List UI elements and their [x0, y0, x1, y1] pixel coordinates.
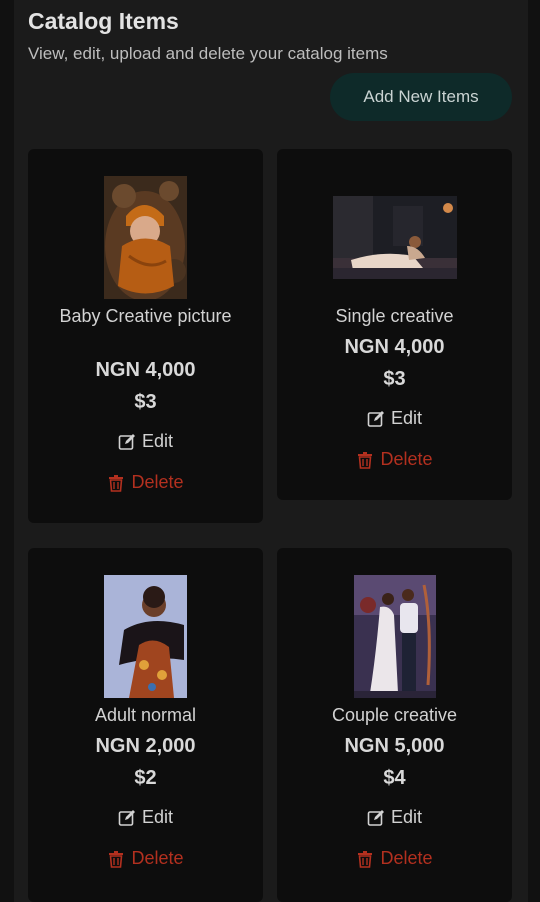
delete-button[interactable]: Delete [28, 472, 263, 493]
item-name: Couple creative [331, 705, 458, 725]
item-thumbnail [104, 176, 187, 299]
trash-icon [107, 474, 125, 492]
catalog-card: Baby Creative picture NGN 4,000 $3 Edit … [28, 149, 263, 523]
trash-icon [107, 850, 125, 868]
edit-button[interactable]: Edit [28, 431, 263, 452]
item-price-usd: $3 [383, 368, 406, 390]
item-price-ngn: NGN 5,000 [344, 735, 445, 757]
add-new-items-button[interactable]: Add New Items [330, 73, 512, 121]
item-thumbnail [104, 575, 187, 698]
edit-button[interactable]: Edit [277, 408, 512, 429]
item-price-ngn: NGN 2,000 [95, 735, 196, 757]
delete-label: Delete [131, 472, 184, 492]
item-thumbnail [354, 575, 436, 698]
catalog-card: Single creative NGN 4,000 $3 Edit Delete [277, 149, 512, 500]
delete-label: Delete [131, 848, 184, 868]
item-name: Baby Creative picture [59, 306, 232, 326]
catalog-card: Adult normal NGN 2,000 $2 Edit Delete [28, 548, 263, 902]
trash-icon [356, 850, 374, 868]
item-name: Adult normal [94, 705, 197, 725]
edit-label: Edit [390, 807, 423, 827]
edit-icon [118, 809, 136, 827]
trash-icon [356, 451, 374, 469]
item-price-ngn: NGN 4,000 [344, 336, 445, 358]
catalog-card: Couple creative NGN 5,000 $4 Edit Delete [277, 548, 512, 902]
catalog-page: Catalog Items View, edit, upload and del… [0, 0, 540, 902]
edit-button[interactable]: Edit [28, 807, 263, 828]
delete-button[interactable]: Delete [28, 848, 263, 869]
delete-button[interactable]: Delete [277, 848, 512, 869]
delete-button[interactable]: Delete [277, 449, 512, 470]
item-price-usd: $4 [383, 767, 406, 789]
edit-icon [367, 410, 385, 428]
edit-label: Edit [141, 431, 174, 451]
item-name: Single creative [335, 306, 454, 326]
page-subtitle: View, edit, upload and delete your catal… [28, 44, 388, 63]
edit-button[interactable]: Edit [277, 807, 512, 828]
page-title: Catalog Items [28, 8, 179, 34]
item-price-ngn: NGN 4,000 [95, 359, 196, 381]
delete-label: Delete [380, 848, 433, 868]
edit-label: Edit [141, 807, 174, 827]
delete-label: Delete [380, 449, 433, 469]
item-thumbnail [333, 196, 457, 279]
item-price-usd: $3 [134, 391, 157, 413]
edit-icon [118, 433, 136, 451]
item-price-usd: $2 [134, 767, 157, 789]
edit-label: Edit [390, 408, 423, 428]
edit-icon [367, 809, 385, 827]
